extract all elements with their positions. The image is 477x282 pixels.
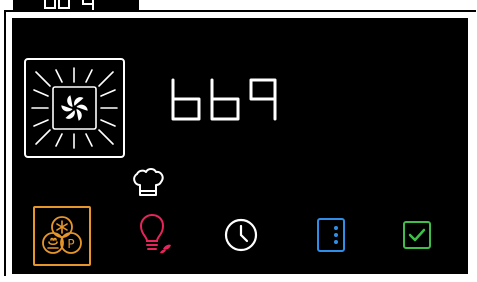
seven-segment-display (171, 78, 277, 121)
oven-fan-icon (24, 58, 125, 158)
main-readout: bb9 (170, 78, 280, 126)
door-icon (317, 218, 345, 252)
light-button[interactable] (127, 207, 183, 263)
svg-text:P: P (67, 237, 74, 251)
mode-selector-icon: P (42, 216, 82, 254)
lightbulb-icon (139, 213, 171, 254)
timer-button[interactable] (213, 207, 269, 263)
door-button[interactable] (303, 207, 359, 263)
clock-icon (224, 218, 258, 252)
mode-button[interactable]: P (33, 206, 91, 266)
checkbox-icon (403, 221, 431, 249)
chef-hat-icon (131, 167, 165, 201)
confirm-button[interactable] (389, 207, 445, 263)
